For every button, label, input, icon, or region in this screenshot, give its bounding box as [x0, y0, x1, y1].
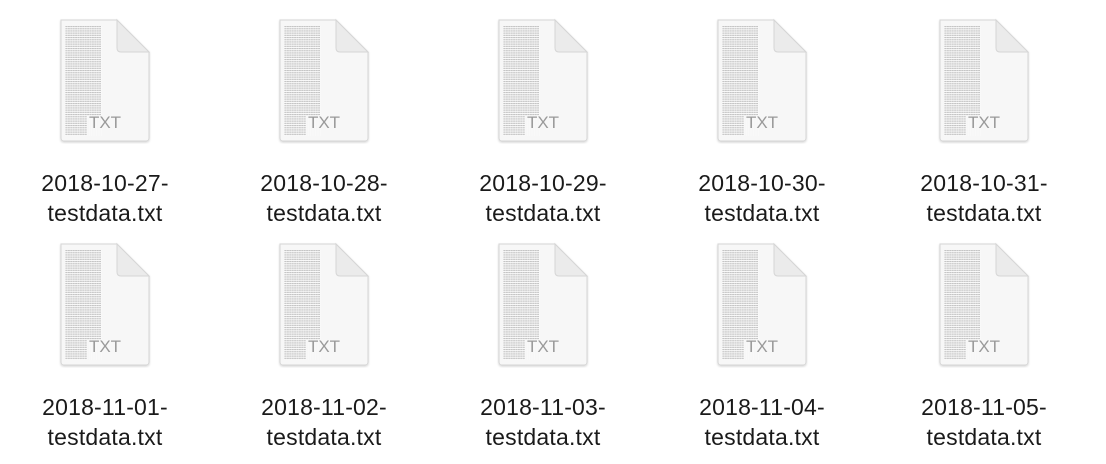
file-name-line-1: 2018-10-30-: [698, 170, 826, 196]
txt-document-icon[interactable]: TXT: [274, 242, 374, 368]
file-name-line-1: 2018-11-05-: [921, 394, 1047, 420]
file-name-label[interactable]: 2018-10-28- testdata.txt: [229, 168, 419, 228]
file-extension-label: TXT: [968, 337, 1000, 356]
file-name-line-2: testdata.txt: [47, 424, 163, 450]
file-name-label[interactable]: 2018-11-03- testdata.txt: [448, 392, 638, 452]
file-name-line-1: 2018-10-27-: [41, 170, 169, 196]
file-extension-label: TXT: [746, 113, 778, 132]
file-extension-label: TXT: [308, 337, 340, 356]
file-item[interactable]: TXT 2018-11-02- testdata.txt: [224, 224, 424, 450]
file-name-label[interactable]: 2018-11-05- testdata.txt: [889, 392, 1079, 452]
file-item[interactable]: TXT 2018-10-28- testdata.txt: [224, 0, 424, 226]
file-item[interactable]: TXT 2018-10-27- testdata.txt: [5, 0, 205, 226]
file-name-line-1: 2018-10-31-: [920, 170, 1048, 196]
file-name-line-1: 2018-11-02-: [261, 394, 387, 420]
file-name-label[interactable]: 2018-10-27- testdata.txt: [10, 168, 200, 228]
txt-document-icon[interactable]: TXT: [712, 18, 812, 144]
file-extension-label: TXT: [527, 113, 559, 132]
file-name-line-2: testdata.txt: [266, 424, 382, 450]
file-extension-label: TXT: [968, 113, 1000, 132]
file-name-line-2: testdata.txt: [704, 424, 820, 450]
file-item[interactable]: TXT 2018-11-03- testdata.txt: [443, 224, 643, 450]
file-item[interactable]: TXT 2018-11-05- testdata.txt: [884, 224, 1084, 450]
file-name-line-2: testdata.txt: [485, 424, 601, 450]
file-name-line-2: testdata.txt: [926, 424, 1042, 450]
txt-document-icon[interactable]: TXT: [934, 18, 1034, 144]
file-name-line-1: 2018-11-04-: [699, 394, 825, 420]
txt-document-icon[interactable]: TXT: [274, 18, 374, 144]
txt-document-icon[interactable]: TXT: [712, 242, 812, 368]
file-extension-label: TXT: [527, 337, 559, 356]
file-item[interactable]: TXT 2018-11-04- testdata.txt: [662, 224, 862, 450]
file-extension-label: TXT: [89, 337, 121, 356]
file-item[interactable]: TXT 2018-10-30- testdata.txt: [662, 0, 862, 226]
txt-document-icon[interactable]: TXT: [934, 242, 1034, 368]
file-grid: TXT 2018-10-27- testdata.txt TXT 2018-10: [0, 0, 1106, 464]
file-name-line-1: 2018-10-28-: [260, 170, 388, 196]
txt-document-icon[interactable]: TXT: [493, 242, 593, 368]
file-extension-label: TXT: [308, 113, 340, 132]
file-name-line-1: 2018-11-01-: [42, 394, 168, 420]
file-name-label[interactable]: 2018-10-31- testdata.txt: [889, 168, 1079, 228]
file-name-label[interactable]: 2018-11-04- testdata.txt: [667, 392, 857, 452]
file-extension-label: TXT: [746, 337, 778, 356]
file-item[interactable]: TXT 2018-11-01- testdata.txt: [5, 224, 205, 450]
file-name-line-1: 2018-11-03-: [480, 394, 606, 420]
file-item[interactable]: TXT 2018-10-29- testdata.txt: [443, 0, 643, 226]
txt-document-icon[interactable]: TXT: [55, 242, 155, 368]
txt-document-icon[interactable]: TXT: [55, 18, 155, 144]
file-extension-label: TXT: [89, 113, 121, 132]
file-item[interactable]: TXT 2018-10-31- testdata.txt: [884, 0, 1084, 226]
file-name-label[interactable]: 2018-10-30- testdata.txt: [667, 168, 857, 228]
txt-document-icon[interactable]: TXT: [493, 18, 593, 144]
file-name-line-1: 2018-10-29-: [479, 170, 607, 196]
file-name-label[interactable]: 2018-11-01- testdata.txt: [10, 392, 200, 452]
file-name-label[interactable]: 2018-10-29- testdata.txt: [448, 168, 638, 228]
file-name-label[interactable]: 2018-11-02- testdata.txt: [229, 392, 419, 452]
